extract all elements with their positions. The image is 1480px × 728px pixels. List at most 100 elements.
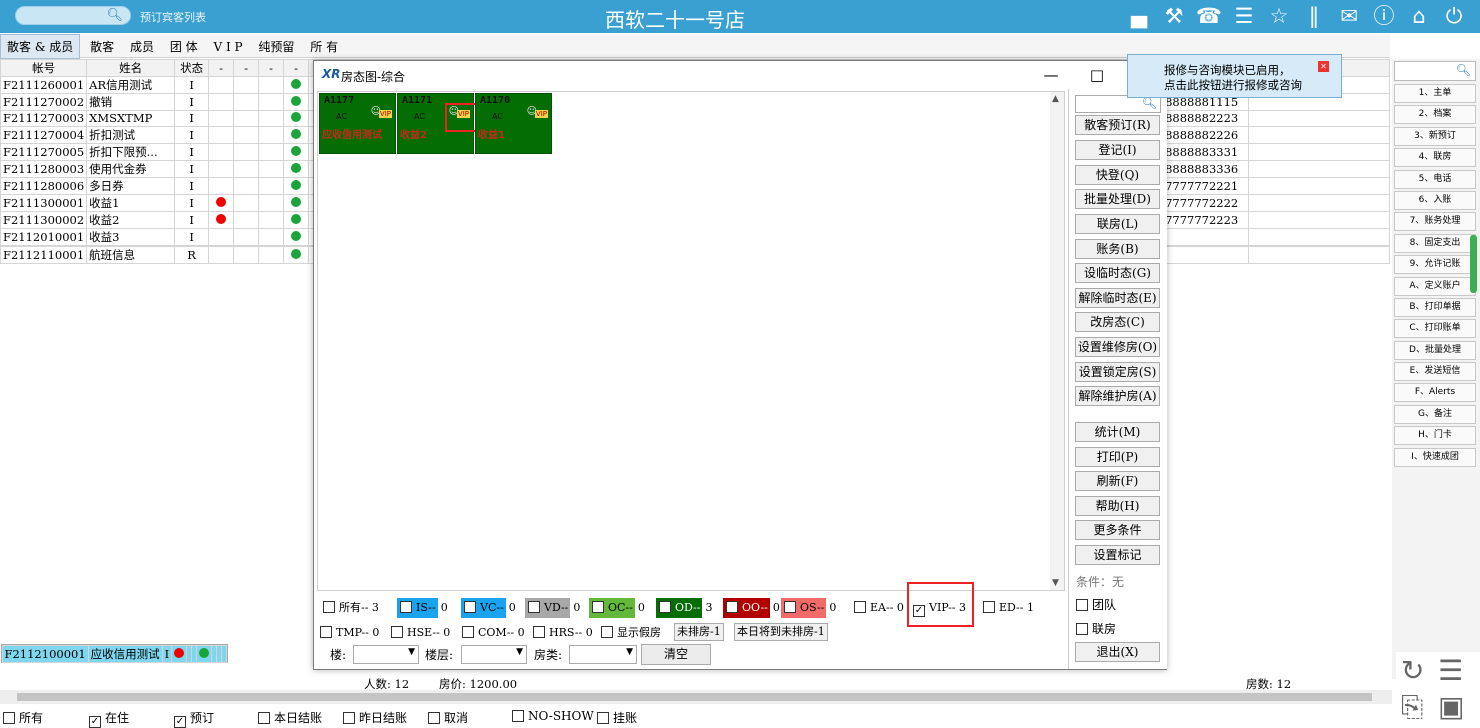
horizontal-scrollbar[interactable] (0, 690, 1392, 704)
legend-item[interactable]: OC-- 0 (589, 598, 645, 618)
scroll-up-icon[interactable]: ▲ (1052, 94, 1059, 104)
col-flag1[interactable]: - (208, 59, 235, 77)
checkbox-box[interactable] (784, 601, 796, 613)
group-checkbox[interactable]: 团队 (1076, 596, 1116, 613)
tab-individual-members[interactable]: 散客 & 成员 (0, 34, 81, 59)
checkbox-box[interactable] (533, 626, 545, 638)
legend-item[interactable]: 所有-- 3 (320, 598, 379, 618)
scroll-down-icon[interactable]: ▼ (1052, 578, 1059, 588)
function-button[interactable]: H、门卡 (1394, 426, 1476, 446)
function-button[interactable]: 9、允许记账 (1394, 255, 1476, 275)
function-button[interactable]: 6、入账 (1394, 190, 1476, 210)
action-button[interactable]: 联房(L) (1075, 214, 1160, 234)
function-button[interactable]: A、定义账户 (1394, 276, 1476, 296)
col-status[interactable]: 状态 (174, 59, 210, 77)
checkbox-box[interactable] (983, 601, 995, 613)
search-icon[interactable]: 🔍︎ (1456, 63, 1471, 77)
maximize-button[interactable]: □ (1074, 61, 1120, 89)
bottom-filter-checkbox[interactable]: 本日结账 (258, 709, 322, 726)
tooltip-close-icon[interactable]: ✕ (1318, 61, 1329, 72)
unassigned-button[interactable]: 未排房-1 (674, 623, 724, 641)
function-button[interactable]: F、Alerts (1394, 383, 1476, 403)
phone-icon[interactable]: ☎ (1195, 3, 1223, 29)
function-button[interactable]: G、备注 (1394, 404, 1476, 424)
bottom-filter-checkbox[interactable]: 取消 (428, 709, 468, 726)
col-flag4[interactable]: - (283, 59, 310, 77)
action-button[interactable]: 改房态(C) (1075, 312, 1160, 332)
legend-item[interactable]: OS-- 0 (781, 598, 837, 618)
action-button[interactable]: 登记(I) (1075, 140, 1160, 160)
room-tile[interactable]: A1171 AC 收益2 ☺ VIP (397, 93, 477, 154)
bottom-filter-checkbox[interactable]: 所有 (3, 709, 43, 726)
action-button[interactable]: 更多条件 (1075, 520, 1160, 540)
room-map-scrollbar[interactable]: ▲ ▼ (1050, 92, 1064, 590)
mail-icon[interactable]: ✉ (1335, 3, 1363, 29)
function-button[interactable]: 4、联房 (1394, 148, 1476, 168)
action-button[interactable]: 散客预订(R) (1075, 115, 1160, 135)
action-button[interactable]: 快登(Q) (1075, 165, 1160, 185)
action-button[interactable]: 打印(P) (1075, 447, 1160, 467)
checkbox-box[interactable] (391, 626, 403, 638)
checkbox-box[interactable] (400, 601, 412, 613)
checkbox-box[interactable] (320, 626, 332, 638)
checkbox-box[interactable] (3, 712, 15, 724)
action-button[interactable]: 账务(B) (1075, 239, 1160, 259)
tab-vip[interactable]: V I P (207, 37, 248, 57)
action-button[interactable]: 帮助(H) (1075, 496, 1160, 516)
checkbox-box[interactable] (601, 626, 613, 638)
action-button[interactable]: 设临时态(G) (1075, 263, 1160, 283)
today-unassigned-button[interactable]: 本日将到未排房-1 (734, 623, 828, 641)
exit-button[interactable]: 退出(X) (1075, 642, 1160, 662)
col-name[interactable]: 姓名 (86, 59, 176, 77)
checkbox-box[interactable] (343, 712, 355, 724)
legend-extra-item[interactable]: COM-- 0 (462, 624, 525, 642)
tools-icon[interactable]: ⚒ (1160, 3, 1188, 29)
linked-room-checkbox[interactable]: 联房 (1076, 620, 1116, 637)
checkbox-box[interactable] (1076, 599, 1088, 611)
bottom-filter-checkbox[interactable]: 昨日结账 (343, 709, 407, 726)
action-button[interactable]: 解除临时态(E) (1075, 288, 1160, 308)
bottom-filter-checkbox[interactable]: NO-SHOW (512, 709, 594, 723)
list-icon[interactable]: ☰ (1438, 654, 1463, 687)
function-button[interactable]: 7、账务处理 (1394, 212, 1476, 232)
col-account[interactable]: 帐号 (0, 59, 88, 77)
checkbox-box[interactable] (462, 626, 474, 638)
col-flag2[interactable]: - (233, 59, 260, 77)
scroll-thumb[interactable] (17, 693, 1372, 701)
room-tile[interactable]: A1177 AC 应收信用测试 ☺ VIP (319, 93, 396, 154)
legend-item[interactable]: OO-- 0 (723, 598, 780, 618)
legend-extra-item[interactable]: HSE-- 0 (391, 624, 450, 642)
function-button[interactable]: 2、档案 (1394, 105, 1476, 125)
checkbox-box[interactable] (258, 712, 270, 724)
checkbox-box[interactable] (323, 601, 335, 613)
legend-extra-item[interactable]: TMP-- 0 (320, 624, 379, 642)
star-icon[interactable]: ☆ (1265, 3, 1293, 29)
refresh-icon[interactable]: ↻ (1401, 654, 1424, 687)
legend-item[interactable]: ED-- 1 (980, 598, 1034, 618)
checkbox-box[interactable] (528, 601, 540, 613)
function-button[interactable]: I、快速成团 (1394, 447, 1476, 467)
checkbox-box[interactable]: ✓ (89, 716, 101, 728)
function-search-input[interactable]: 🔍︎ (1394, 61, 1476, 81)
legend-item[interactable]: EA-- 0 (851, 598, 904, 618)
tab-group[interactable]: 团 体 (164, 35, 204, 58)
function-button[interactable]: 3、新预订 (1394, 126, 1476, 146)
save-icon[interactable]: ▣ (1438, 690, 1464, 723)
legend-item[interactable]: VC-- 0 (461, 598, 516, 618)
checkbox-box[interactable] (597, 712, 609, 724)
legend-item[interactable]: VD-- 0 (525, 598, 581, 618)
menu-icon[interactable]: ☰ (1230, 3, 1258, 29)
action-button[interactable]: 刷新(F) (1075, 471, 1160, 491)
home-icon[interactable]: ⌂ (1405, 3, 1433, 29)
function-button[interactable]: C、打印账单 (1394, 319, 1476, 339)
action-button[interactable]: 解除维护房(A) (1075, 386, 1160, 406)
bottom-filter-checkbox[interactable]: 挂账 (597, 709, 637, 726)
action-button[interactable]: 设置锁定房(S) (1075, 362, 1160, 382)
minimize-button[interactable]: — (1028, 61, 1074, 89)
legend-extra-item[interactable]: HRS-- 0 (533, 624, 593, 642)
building-select[interactable]: ▼ (353, 645, 419, 664)
col-flag3[interactable]: - (258, 59, 285, 77)
function-button[interactable]: 1、主单 (1394, 84, 1476, 103)
tab-all[interactable]: 所 有 (304, 35, 344, 58)
action-button[interactable]: 设置标记 (1075, 545, 1160, 565)
